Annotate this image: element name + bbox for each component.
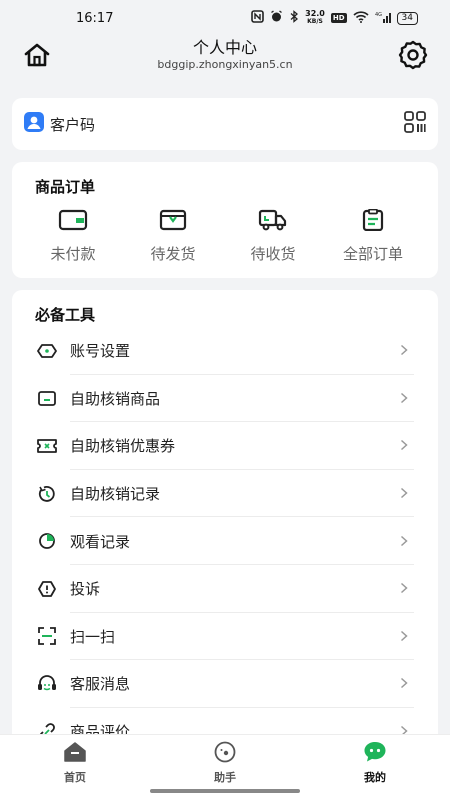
- scan-icon: [36, 625, 58, 647]
- tool-label: 自助核销商品: [70, 389, 161, 408]
- tool-watch-history[interactable]: 观看记录: [12, 517, 438, 565]
- status-time: 16:17: [76, 10, 114, 26]
- chevron-right-icon: [400, 484, 408, 503]
- tool-self-verify-goods[interactable]: 自助核销商品: [12, 375, 438, 423]
- tab-assistant-label: 助手: [214, 771, 236, 784]
- bluetooth-icon: [289, 10, 299, 26]
- customer-code-card[interactable]: 客户码: [12, 98, 438, 150]
- home-tab-icon: [63, 741, 87, 767]
- battery-indicator: 34: [396, 11, 418, 25]
- headset-icon: [36, 673, 58, 695]
- settings-icon: [36, 340, 58, 362]
- order-to-ship-label: 待发货: [150, 245, 196, 263]
- tools-card: 必备工具 账号设置 自助核销商品 自助核销优惠券 自助核销记录 观看记录 投诉 …: [12, 290, 438, 750]
- orders-section-title: 商品订单: [35, 178, 96, 196]
- customer-code-label: 客户码: [50, 115, 96, 134]
- chevron-right-icon: [400, 627, 408, 646]
- tool-self-verify-records[interactable]: 自助核销记录: [12, 470, 438, 518]
- chevron-right-icon: [400, 579, 408, 598]
- qrcode-icon[interactable]: [404, 111, 426, 137]
- tool-label: 扫一扫: [70, 627, 116, 646]
- tab-mine-label: 我的: [364, 771, 386, 784]
- tools-list: 账号设置 自助核销商品 自助核销优惠券 自助核销记录 观看记录 投诉 扫一扫 客…: [12, 327, 438, 750]
- tool-label: 自助核销优惠券: [70, 437, 176, 456]
- truck-icon: [258, 209, 288, 235]
- chevron-right-icon: [400, 532, 408, 551]
- tool-label: 账号设置: [70, 342, 131, 361]
- order-to-receive[interactable]: 待收货: [223, 209, 323, 264]
- tab-home[interactable]: 首页: [0, 735, 150, 800]
- box-icon: [36, 387, 58, 409]
- tool-label: 自助核销记录: [70, 485, 161, 504]
- svg-text:4G: 4G: [375, 12, 382, 18]
- alert-icon: [36, 578, 58, 600]
- orders-card: 商品订单 未付款 待发货 待收货 全部订单: [12, 162, 438, 278]
- nfc-icon: [251, 10, 264, 26]
- user-badge-icon: [24, 112, 44, 136]
- tab-home-label: 首页: [64, 771, 86, 784]
- tool-customer-service[interactable]: 客服消息: [12, 660, 438, 708]
- tool-complaint[interactable]: 投诉: [12, 565, 438, 613]
- home-indicator[interactable]: [150, 789, 300, 793]
- tool-self-verify-coupon[interactable]: 自助核销优惠券: [12, 422, 438, 470]
- page-subtitle-url: bdggip.zhongxinyan5.cn: [157, 58, 293, 71]
- tools-section-title: 必备工具: [35, 306, 96, 324]
- nav-bar: 个人中心 bdggip.zhongxinyan5.cn: [0, 36, 450, 78]
- chevron-right-icon: [400, 674, 408, 693]
- chevron-right-icon: [400, 341, 408, 360]
- tool-label: 客服消息: [70, 675, 131, 694]
- order-all-label: 全部订单: [342, 245, 403, 263]
- order-unpaid-label: 未付款: [50, 245, 96, 263]
- chat-bubble-icon: [363, 741, 387, 767]
- signal-icon: 4G: [375, 11, 391, 26]
- chevron-right-icon: [400, 436, 408, 455]
- order-to-ship[interactable]: 待发货: [123, 209, 223, 264]
- page-title-block: 个人中心 bdggip.zhongxinyan5.cn: [0, 38, 450, 72]
- order-to-receive-label: 待收货: [250, 245, 296, 263]
- wifi-icon: [352, 10, 369, 26]
- order-all[interactable]: 全部订单: [323, 208, 423, 264]
- tool-label: 投诉: [70, 580, 101, 599]
- assistant-icon: [213, 741, 237, 767]
- gear-icon: [397, 39, 429, 75]
- order-unpaid[interactable]: 未付款: [23, 209, 123, 264]
- status-bar: 16:17 32.0 KB/S HD 4G 34: [0, 0, 450, 36]
- ticket-icon: [36, 435, 58, 457]
- tool-account-settings[interactable]: 账号设置: [12, 327, 438, 375]
- alarm-icon: [270, 10, 283, 26]
- settings-button[interactable]: [396, 40, 430, 74]
- hd-badge: HD: [330, 13, 347, 23]
- home-button[interactable]: [20, 40, 54, 74]
- pie-icon: [36, 530, 58, 552]
- chevron-right-icon: [400, 389, 408, 408]
- box-icon: [158, 209, 188, 235]
- network-speed: 32.0 KB/S: [305, 9, 325, 26]
- clock-icon: [36, 483, 58, 505]
- clipboard-icon: [358, 208, 388, 235]
- tab-mine[interactable]: 我的: [300, 735, 450, 800]
- page-title: 个人中心: [192, 38, 257, 57]
- orders-row: 未付款 待发货 待收货 全部订单: [23, 208, 426, 264]
- home-icon: [23, 42, 51, 72]
- tool-label: 观看记录: [70, 532, 131, 551]
- status-icons: 32.0 KB/S HD 4G 34: [251, 10, 418, 26]
- wallet-icon: [58, 209, 88, 235]
- tool-scan[interactable]: 扫一扫: [12, 613, 438, 661]
